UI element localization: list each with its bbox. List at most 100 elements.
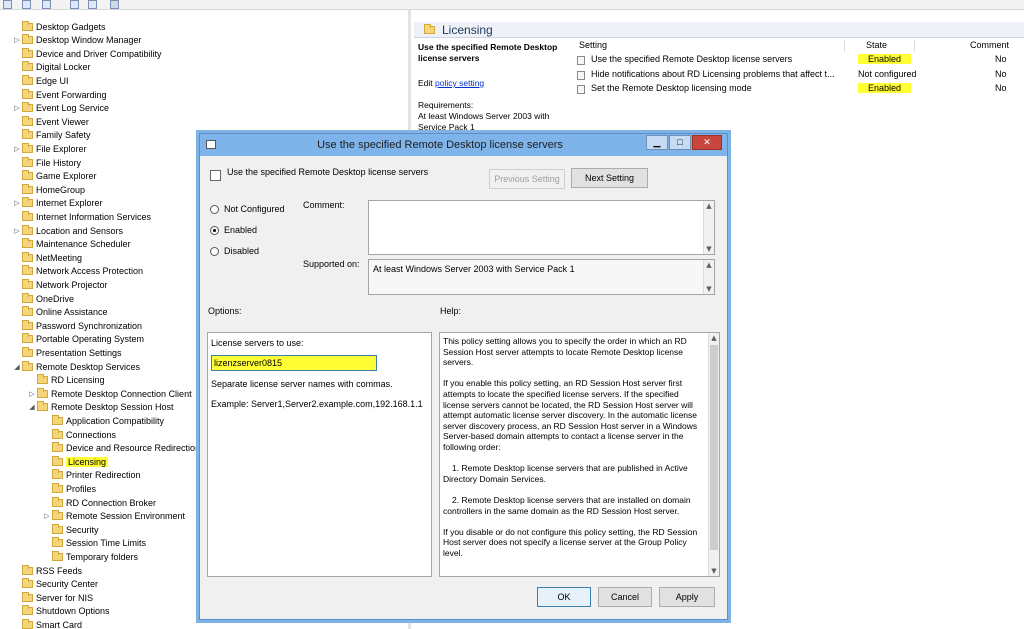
expand-arrow-icon[interactable]: ▷ [12,227,22,235]
ok-button[interactable]: OK [537,587,591,607]
tree-item[interactable]: Game Explorer [12,170,97,183]
scroll-up-icon[interactable]: ▲ [709,334,719,342]
radio-circle[interactable] [210,225,219,235]
tree-item[interactable]: Profiles [42,482,96,495]
radio-circle[interactable] [210,246,219,256]
tree-item[interactable]: ▷ Event Log Service [12,102,109,115]
tree-item[interactable]: OneDrive [12,292,74,305]
tree-item-label: Printer Redirection [66,470,141,481]
export-icon[interactable] [42,0,51,9]
minimize-button[interactable]: ▁ [646,135,668,150]
scroll-down-icon[interactable]: ▼ [709,567,719,575]
expand-arrow-icon[interactable]: ▷ [12,104,22,112]
comment-scrollbar[interactable]: ▲ ▼ [703,201,714,254]
column-header-setting[interactable]: Setting [579,40,607,52]
tree-item[interactable]: Security [42,523,99,536]
cancel-button[interactable]: Cancel [598,587,652,607]
tree-item[interactable]: Network Projector [12,278,108,291]
tree-item[interactable]: Event Viewer [12,115,89,128]
expand-arrow-icon[interactable]: ▷ [42,512,52,520]
tree-item[interactable]: Network Access Protection [12,265,143,278]
help-icon[interactable] [70,0,79,9]
license-servers-input[interactable] [211,355,377,371]
tree-item[interactable]: RD Connection Broker [42,496,156,509]
tree-item[interactable]: Presentation Settings [12,346,122,359]
tree-item[interactable]: ▷ Remote Session Environment [42,510,185,523]
tree-item[interactable]: Edge UI [12,74,69,87]
previous-setting-button[interactable]: Previous Setting [489,169,565,189]
tree-item[interactable]: Smart Card [12,618,82,629]
desc-title: Use the specified Remote Desktop license… [418,42,558,63]
tree-item[interactable]: File History [12,156,81,169]
expand-arrow-icon[interactable]: ▷ [27,390,37,398]
tree-item[interactable]: ◢ Remote Desktop Services [12,360,140,373]
expand-arrow-icon[interactable]: ▷ [12,36,22,44]
tree-item[interactable]: Online Assistance [12,306,108,319]
next-setting-button[interactable]: Next Setting [571,168,648,188]
expand-arrow-icon[interactable]: ▷ [12,145,22,153]
tree-item[interactable]: Family Safety [12,129,91,142]
tree-item[interactable]: Server for NIS [12,591,93,604]
tree-item[interactable]: Application Compatibility [42,414,164,427]
tree-item[interactable]: ▷ Location and Sensors [12,224,123,237]
close-button[interactable]: ✕ [692,135,722,150]
scroll-thumb[interactable] [710,345,718,550]
tree-item[interactable]: Event Forwarding [12,88,107,101]
column-header-state[interactable]: State [866,40,887,52]
setting-comment: No [995,54,1007,64]
edit-policy-link[interactable]: policy setting [435,78,484,88]
tree-item[interactable]: Desktop Gadgets [12,20,106,33]
comment-textarea[interactable]: ▲ ▼ [368,200,715,255]
tree-item[interactable]: NetMeeting [12,251,82,264]
tree-item-label: Network Access Protection [36,266,144,277]
column-separator[interactable] [844,40,845,52]
tree-item[interactable]: ◢ Remote Desktop Session Host [27,401,174,414]
filter-icon[interactable] [110,0,119,9]
radio-circle[interactable] [210,204,219,214]
scroll-down-icon[interactable]: ▼ [704,285,714,293]
tree-item[interactable]: Device and Driver Compatibility [12,47,162,60]
tree-item[interactable]: Device and Resource Redirection [42,442,200,455]
column-separator[interactable] [914,40,915,52]
tree-item[interactable]: Printer Redirection [42,469,141,482]
setting-row[interactable]: Hide notifications about RD Licensing pr… [576,68,1024,82]
setting-row[interactable]: Set the Remote Desktop licensing mode Ena… [576,82,1024,96]
tree-item[interactable]: ▷ Desktop Window Manager [12,34,142,47]
tree-item[interactable]: Internet Information Services [12,210,151,223]
dialog-titlebar[interactable]: Use the specified Remote Desktop license… [200,134,727,156]
tree-item[interactable]: Licensing [42,455,109,468]
tree-item[interactable]: Session Time Limits [42,537,146,550]
tree-item[interactable]: Portable Operating System [12,333,144,346]
tree-item[interactable]: ▷ Remote Desktop Connection Client [27,387,192,400]
tree-item[interactable]: ▷ Internet Explorer [12,197,103,210]
column-header-comment[interactable]: Comment [970,40,1009,52]
maximize-button[interactable]: □ [669,135,691,150]
expand-arrow-icon[interactable]: ▷ [12,199,22,207]
radio-not-configured[interactable]: Not Configured [210,204,285,214]
tree-item[interactable]: ▷ File Explorer [12,142,87,155]
tree-item[interactable]: Digital Locker [12,61,91,74]
setting-row[interactable]: Use the specified Remote Desktop license… [576,53,1024,67]
scroll-up-icon[interactable]: ▲ [704,202,714,210]
tree-item[interactable]: Connections [42,428,116,441]
radio-enabled[interactable]: Enabled [210,225,257,235]
view-icon[interactable] [88,0,97,9]
scroll-down-icon[interactable]: ▼ [704,245,714,253]
tree-item[interactable]: Security Center [12,578,98,591]
tree-item[interactable]: RD Licensing [27,374,105,387]
apply-button[interactable]: Apply [659,587,715,607]
supported-scrollbar[interactable]: ▲ ▼ [703,260,714,294]
scroll-up-icon[interactable]: ▲ [704,261,714,269]
collapse-arrow-icon[interactable]: ◢ [27,403,37,411]
tree-item[interactable]: HomeGroup [12,183,85,196]
tree-item[interactable]: Maintenance Scheduler [12,238,131,251]
tree-item[interactable]: RSS Feeds [12,564,82,577]
help-scrollbar[interactable]: ▲ ▼ [708,333,719,576]
back-icon[interactable] [3,0,12,9]
properties-icon[interactable] [22,0,31,9]
tree-item[interactable]: Temporary folders [42,550,138,563]
collapse-arrow-icon[interactable]: ◢ [12,363,22,371]
radio-disabled[interactable]: Disabled [210,246,259,256]
tree-item[interactable]: Password Synchronization [12,319,142,332]
tree-item[interactable]: Shutdown Options [12,605,110,618]
